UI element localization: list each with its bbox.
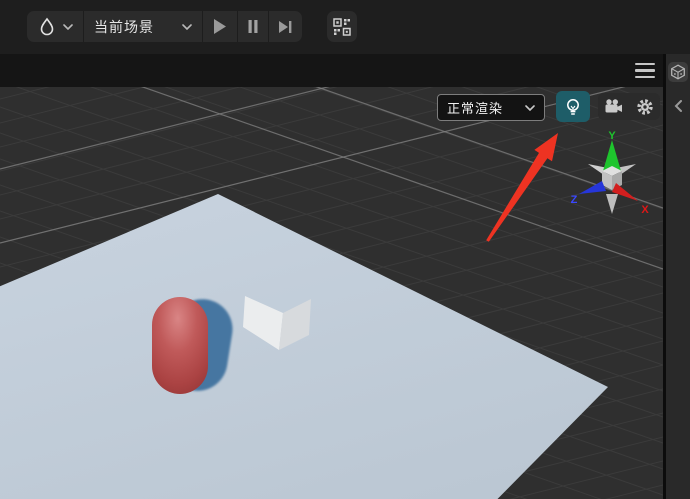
scene-viewport[interactable]: 正常渲染 Y Z X	[0, 87, 663, 499]
camera-button[interactable]	[600, 93, 628, 120]
settings-button[interactable]	[631, 93, 659, 120]
render-mode-dropdown[interactable]: 正常渲染	[437, 94, 545, 121]
right-rail	[666, 54, 690, 499]
collapse-panel-button[interactable]	[671, 98, 685, 114]
scene-canvas	[0, 87, 663, 499]
chevron-down-icon	[525, 104, 535, 111]
qr-code-icon	[333, 17, 351, 36]
editor-window: 当前场景 正常渲染 Y Z X	[0, 0, 690, 499]
pause-icon	[248, 20, 258, 33]
gizmo-z-label: Z	[571, 194, 578, 206]
viewport-tools-group	[598, 93, 660, 120]
panel-menu-button[interactable]	[635, 63, 655, 78]
play-button[interactable]	[203, 11, 237, 42]
render-mode-label: 正常渲染	[447, 101, 504, 116]
gizmo-neg-axis-cone	[606, 194, 618, 214]
chevron-left-icon	[674, 100, 682, 112]
hamburger-menu-icon	[635, 63, 655, 66]
pause-button[interactable]	[238, 11, 268, 42]
scene-selector-label: 当前场景	[94, 18, 154, 35]
scene-controls-group: 当前场景	[27, 11, 302, 42]
play-icon	[214, 19, 226, 34]
gizmo-y-label: Y	[608, 130, 616, 142]
lightbulb-icon	[567, 98, 579, 115]
step-button[interactable]	[269, 11, 302, 42]
step-forward-icon	[279, 20, 292, 33]
gear-icon	[636, 98, 653, 115]
scene-panel-header	[0, 54, 663, 88]
droplet-icon	[40, 17, 54, 35]
capsule-object	[152, 297, 208, 394]
ground-plane	[0, 194, 608, 499]
engine-target-dropdown[interactable]	[27, 11, 83, 42]
orientation-gizmo[interactable]: Y Z X	[566, 130, 661, 225]
scene-selector-dropdown[interactable]: 当前场景	[84, 11, 202, 42]
gizmo-z-axis-cone	[579, 181, 606, 194]
cube-icon	[671, 64, 685, 80]
main-toolbar: 当前场景	[0, 0, 690, 54]
chevron-down-icon	[63, 23, 73, 30]
rail-panel-button[interactable]	[668, 62, 688, 82]
chevron-down-icon	[182, 23, 192, 30]
lighting-toggle-button[interactable]	[556, 91, 590, 122]
gizmo-x-label: X	[641, 204, 649, 216]
video-camera-icon	[605, 98, 622, 112]
preview-device-button[interactable]	[327, 11, 357, 42]
